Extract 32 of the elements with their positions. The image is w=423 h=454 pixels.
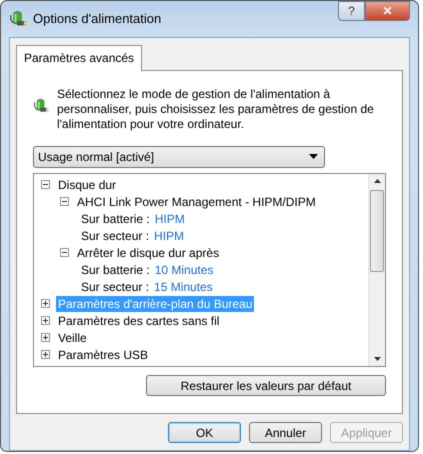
tree-item[interactable]: Veille (56, 330, 89, 346)
collapse-icon[interactable] (60, 197, 69, 206)
setting-label: Sur secteur : (80, 278, 150, 294)
tree-item[interactable]: Arrêter le disque dur après (75, 244, 222, 260)
setting-value[interactable]: 15 Minutes (154, 278, 213, 296)
setting-value[interactable]: HIPM (154, 226, 184, 244)
tree-item[interactable]: Paramètres USB (56, 346, 150, 362)
tab[interactable]: Paramètres avancés (16, 45, 142, 71)
expand-icon[interactable] (41, 316, 50, 325)
dropdown-arrow-icon (309, 154, 318, 160)
expand-icon[interactable] (41, 350, 50, 359)
dialog-button[interactable]: Annuler (249, 422, 322, 443)
dialog-button[interactable]: OK (168, 422, 241, 443)
setting-label: Sur secteur : (80, 228, 150, 244)
expand-icon[interactable] (41, 299, 50, 308)
expand-icon[interactable] (41, 333, 50, 342)
scrollbar[interactable] (368, 174, 385, 366)
collapse-icon[interactable] (41, 180, 50, 189)
description-text: Sélectionnez le mode de gestion de l'alimentation à personnaliser, puis choisissez les paramètres de gestion de l'alimentation pour votre ordinateur. (56, 87, 375, 132)
restore-defaults-button[interactable]: Restaurer les valeurs par défaut (146, 375, 386, 396)
help-button[interactable]: ? (338, 1, 365, 21)
app-icon (9, 10, 27, 28)
setting-label: Sur batterie : (80, 210, 151, 226)
setting-value[interactable]: HIPM (154, 210, 185, 228)
collapse-icon[interactable] (60, 248, 69, 257)
tree-item[interactable]: AHCI Link Power Management - HIPM/DIPM (75, 194, 318, 210)
plan-dropdown[interactable]: Usage normal [activé] (33, 146, 325, 168)
tree-item[interactable]: Disque dur (56, 176, 118, 192)
setting-label: Sur batterie : (80, 262, 151, 278)
setting-value[interactable]: 10 Minutes (154, 260, 214, 278)
tree-item[interactable]: Paramètres des cartes sans fil (56, 312, 222, 328)
window-title: Options d'alimentation (33, 10, 162, 28)
